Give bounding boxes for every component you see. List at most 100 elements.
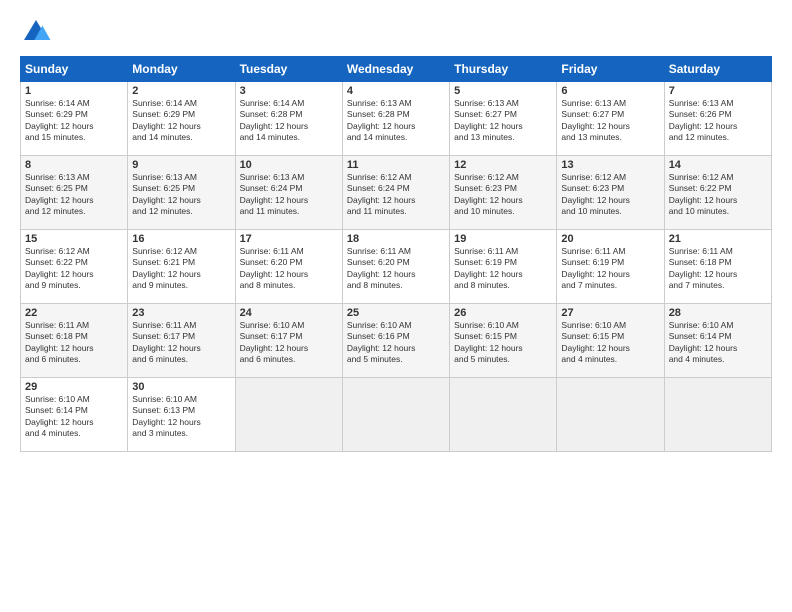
logo: [20, 16, 56, 48]
cell-info: Sunrise: 6:10 AMSunset: 6:14 PMDaylight:…: [669, 320, 738, 364]
calendar-cell: 7 Sunrise: 6:13 AMSunset: 6:26 PMDayligh…: [664, 82, 771, 156]
cell-info: Sunrise: 6:10 AMSunset: 6:15 PMDaylight:…: [454, 320, 523, 364]
weekday-monday: Monday: [128, 57, 235, 82]
day-number: 27: [561, 307, 659, 319]
day-number: 7: [669, 85, 767, 97]
cell-info: Sunrise: 6:13 AMSunset: 6:25 PMDaylight:…: [25, 172, 94, 216]
day-number: 6: [561, 85, 659, 97]
weekday-saturday: Saturday: [664, 57, 771, 82]
calendar-cell: 19 Sunrise: 6:11 AMSunset: 6:19 PMDaylig…: [450, 230, 557, 304]
calendar-cell: 21 Sunrise: 6:11 AMSunset: 6:18 PMDaylig…: [664, 230, 771, 304]
day-number: 5: [454, 85, 552, 97]
cell-info: Sunrise: 6:13 AMSunset: 6:25 PMDaylight:…: [132, 172, 201, 216]
cell-info: Sunrise: 6:12 AMSunset: 6:23 PMDaylight:…: [561, 172, 630, 216]
calendar-cell: 14 Sunrise: 6:12 AMSunset: 6:22 PMDaylig…: [664, 156, 771, 230]
calendar-cell: 28 Sunrise: 6:10 AMSunset: 6:14 PMDaylig…: [664, 304, 771, 378]
cell-info: Sunrise: 6:10 AMSunset: 6:13 PMDaylight:…: [132, 394, 201, 438]
cell-info: Sunrise: 6:11 AMSunset: 6:20 PMDaylight:…: [240, 246, 309, 290]
weekday-thursday: Thursday: [450, 57, 557, 82]
calendar-cell: 1 Sunrise: 6:14 AMSunset: 6:29 PMDayligh…: [21, 82, 128, 156]
header: [20, 16, 772, 48]
day-number: 26: [454, 307, 552, 319]
week-row-4: 22 Sunrise: 6:11 AMSunset: 6:18 PMDaylig…: [21, 304, 772, 378]
day-number: 4: [347, 85, 445, 97]
weekday-sunday: Sunday: [21, 57, 128, 82]
calendar-cell: 8 Sunrise: 6:13 AMSunset: 6:25 PMDayligh…: [21, 156, 128, 230]
calendar-table: SundayMondayTuesdayWednesdayThursdayFrid…: [20, 56, 772, 452]
week-row-1: 1 Sunrise: 6:14 AMSunset: 6:29 PMDayligh…: [21, 82, 772, 156]
day-number: 22: [25, 307, 123, 319]
cell-info: Sunrise: 6:10 AMSunset: 6:15 PMDaylight:…: [561, 320, 630, 364]
calendar-cell: 16 Sunrise: 6:12 AMSunset: 6:21 PMDaylig…: [128, 230, 235, 304]
week-row-3: 15 Sunrise: 6:12 AMSunset: 6:22 PMDaylig…: [21, 230, 772, 304]
weekday-tuesday: Tuesday: [235, 57, 342, 82]
week-row-5: 29 Sunrise: 6:10 AMSunset: 6:14 PMDaylig…: [21, 378, 772, 452]
cell-info: Sunrise: 6:10 AMSunset: 6:17 PMDaylight:…: [240, 320, 309, 364]
day-number: 24: [240, 307, 338, 319]
weekday-wednesday: Wednesday: [342, 57, 449, 82]
day-number: 19: [454, 233, 552, 245]
calendar-cell: 10 Sunrise: 6:13 AMSunset: 6:24 PMDaylig…: [235, 156, 342, 230]
calendar-cell: 23 Sunrise: 6:11 AMSunset: 6:17 PMDaylig…: [128, 304, 235, 378]
weekday-friday: Friday: [557, 57, 664, 82]
day-number: 14: [669, 159, 767, 171]
day-number: 18: [347, 233, 445, 245]
calendar-cell: 15 Sunrise: 6:12 AMSunset: 6:22 PMDaylig…: [21, 230, 128, 304]
cell-info: Sunrise: 6:11 AMSunset: 6:19 PMDaylight:…: [454, 246, 523, 290]
logo-icon: [20, 16, 52, 48]
day-number: 9: [132, 159, 230, 171]
cell-info: Sunrise: 6:14 AMSunset: 6:28 PMDaylight:…: [240, 98, 309, 142]
cell-info: Sunrise: 6:12 AMSunset: 6:24 PMDaylight:…: [347, 172, 416, 216]
day-number: 30: [132, 381, 230, 393]
cell-info: Sunrise: 6:13 AMSunset: 6:24 PMDaylight:…: [240, 172, 309, 216]
calendar-cell: 9 Sunrise: 6:13 AMSunset: 6:25 PMDayligh…: [128, 156, 235, 230]
calendar-cell: 3 Sunrise: 6:14 AMSunset: 6:28 PMDayligh…: [235, 82, 342, 156]
calendar-cell: [664, 378, 771, 452]
calendar-cell: 18 Sunrise: 6:11 AMSunset: 6:20 PMDaylig…: [342, 230, 449, 304]
calendar-cell: 4 Sunrise: 6:13 AMSunset: 6:28 PMDayligh…: [342, 82, 449, 156]
day-number: 2: [132, 85, 230, 97]
calendar-cell: [342, 378, 449, 452]
cell-info: Sunrise: 6:14 AMSunset: 6:29 PMDaylight:…: [25, 98, 94, 142]
calendar-cell: 13 Sunrise: 6:12 AMSunset: 6:23 PMDaylig…: [557, 156, 664, 230]
cell-info: Sunrise: 6:12 AMSunset: 6:21 PMDaylight:…: [132, 246, 201, 290]
day-number: 3: [240, 85, 338, 97]
cell-info: Sunrise: 6:10 AMSunset: 6:16 PMDaylight:…: [347, 320, 416, 364]
page: SundayMondayTuesdayWednesdayThursdayFrid…: [0, 0, 792, 612]
calendar-cell: [450, 378, 557, 452]
weekday-header-row: SundayMondayTuesdayWednesdayThursdayFrid…: [21, 57, 772, 82]
calendar-cell: [557, 378, 664, 452]
cell-info: Sunrise: 6:13 AMSunset: 6:27 PMDaylight:…: [561, 98, 630, 142]
calendar-cell: 24 Sunrise: 6:10 AMSunset: 6:17 PMDaylig…: [235, 304, 342, 378]
day-number: 23: [132, 307, 230, 319]
day-number: 21: [669, 233, 767, 245]
day-number: 16: [132, 233, 230, 245]
calendar-cell: 20 Sunrise: 6:11 AMSunset: 6:19 PMDaylig…: [557, 230, 664, 304]
cell-info: Sunrise: 6:11 AMSunset: 6:19 PMDaylight:…: [561, 246, 630, 290]
day-number: 20: [561, 233, 659, 245]
calendar-cell: 25 Sunrise: 6:10 AMSunset: 6:16 PMDaylig…: [342, 304, 449, 378]
cell-info: Sunrise: 6:11 AMSunset: 6:20 PMDaylight:…: [347, 246, 416, 290]
day-number: 17: [240, 233, 338, 245]
calendar-cell: 2 Sunrise: 6:14 AMSunset: 6:29 PMDayligh…: [128, 82, 235, 156]
day-number: 8: [25, 159, 123, 171]
day-number: 13: [561, 159, 659, 171]
cell-info: Sunrise: 6:12 AMSunset: 6:23 PMDaylight:…: [454, 172, 523, 216]
calendar-cell: 29 Sunrise: 6:10 AMSunset: 6:14 PMDaylig…: [21, 378, 128, 452]
cell-info: Sunrise: 6:11 AMSunset: 6:17 PMDaylight:…: [132, 320, 201, 364]
cell-info: Sunrise: 6:13 AMSunset: 6:28 PMDaylight:…: [347, 98, 416, 142]
calendar-cell: 27 Sunrise: 6:10 AMSunset: 6:15 PMDaylig…: [557, 304, 664, 378]
day-number: 29: [25, 381, 123, 393]
calendar-cell: 5 Sunrise: 6:13 AMSunset: 6:27 PMDayligh…: [450, 82, 557, 156]
calendar-cell: 12 Sunrise: 6:12 AMSunset: 6:23 PMDaylig…: [450, 156, 557, 230]
day-number: 28: [669, 307, 767, 319]
day-number: 25: [347, 307, 445, 319]
cell-info: Sunrise: 6:13 AMSunset: 6:27 PMDaylight:…: [454, 98, 523, 142]
cell-info: Sunrise: 6:10 AMSunset: 6:14 PMDaylight:…: [25, 394, 94, 438]
cell-info: Sunrise: 6:13 AMSunset: 6:26 PMDaylight:…: [669, 98, 738, 142]
day-number: 1: [25, 85, 123, 97]
cell-info: Sunrise: 6:12 AMSunset: 6:22 PMDaylight:…: [669, 172, 738, 216]
cell-info: Sunrise: 6:11 AMSunset: 6:18 PMDaylight:…: [25, 320, 94, 364]
calendar-cell: [235, 378, 342, 452]
cell-info: Sunrise: 6:14 AMSunset: 6:29 PMDaylight:…: [132, 98, 201, 142]
